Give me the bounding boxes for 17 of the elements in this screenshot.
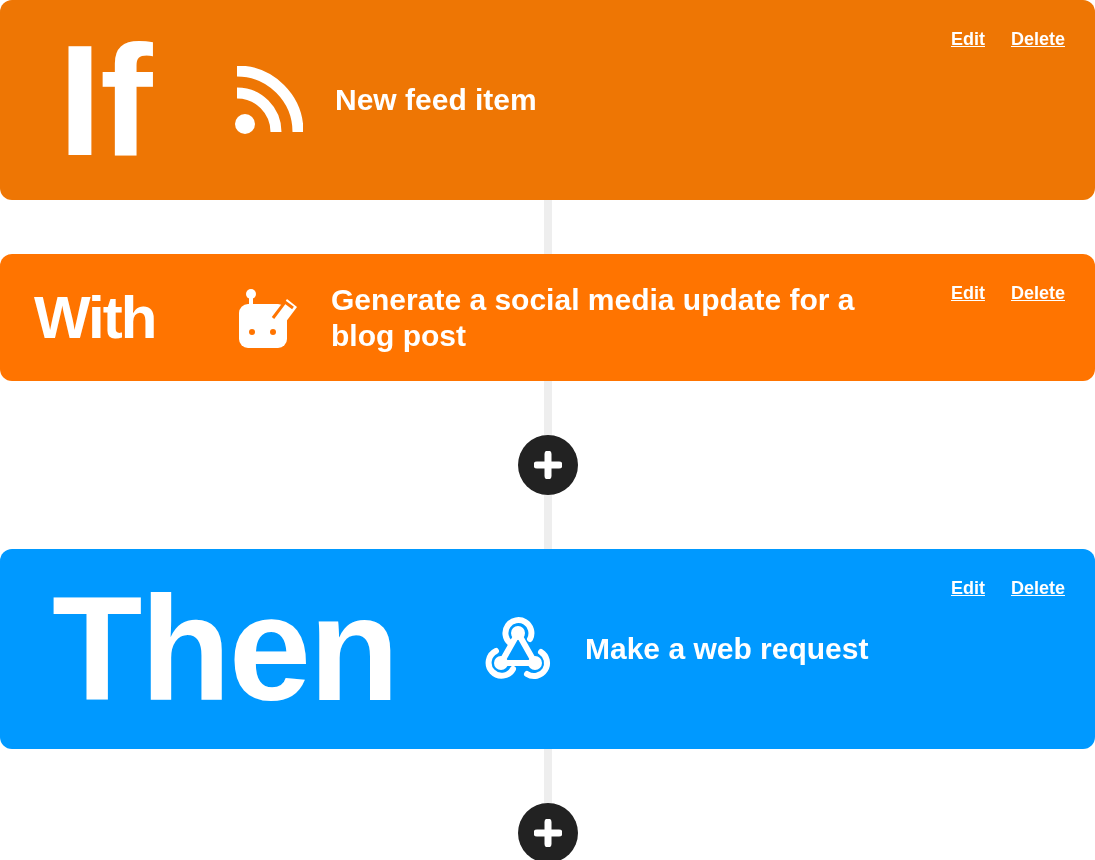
step-link[interactable]: Edit	[950, 577, 985, 599]
step-link[interactable]: Edit	[950, 28, 985, 50]
step-title: Make a web request	[585, 631, 869, 667]
webhook-icon	[483, 617, 553, 681]
step-link[interactable]: Delete	[1010, 28, 1065, 50]
robot-icon	[237, 286, 299, 349]
plus-icon	[533, 819, 562, 847]
step-link[interactable]: Delete	[1010, 282, 1065, 304]
rss-icon	[235, 66, 303, 134]
step-keyword: With	[34, 287, 157, 348]
step-link[interactable]: Delete	[1010, 577, 1065, 599]
step-keyword: If	[58, 21, 154, 179]
plus-icon	[533, 451, 562, 479]
step-keyword: Then	[52, 575, 399, 723]
step-link[interactable]: Edit	[950, 282, 985, 304]
step-title: New feed item	[335, 82, 537, 118]
step-title: Generate a social media update for a blog post	[331, 281, 856, 354]
